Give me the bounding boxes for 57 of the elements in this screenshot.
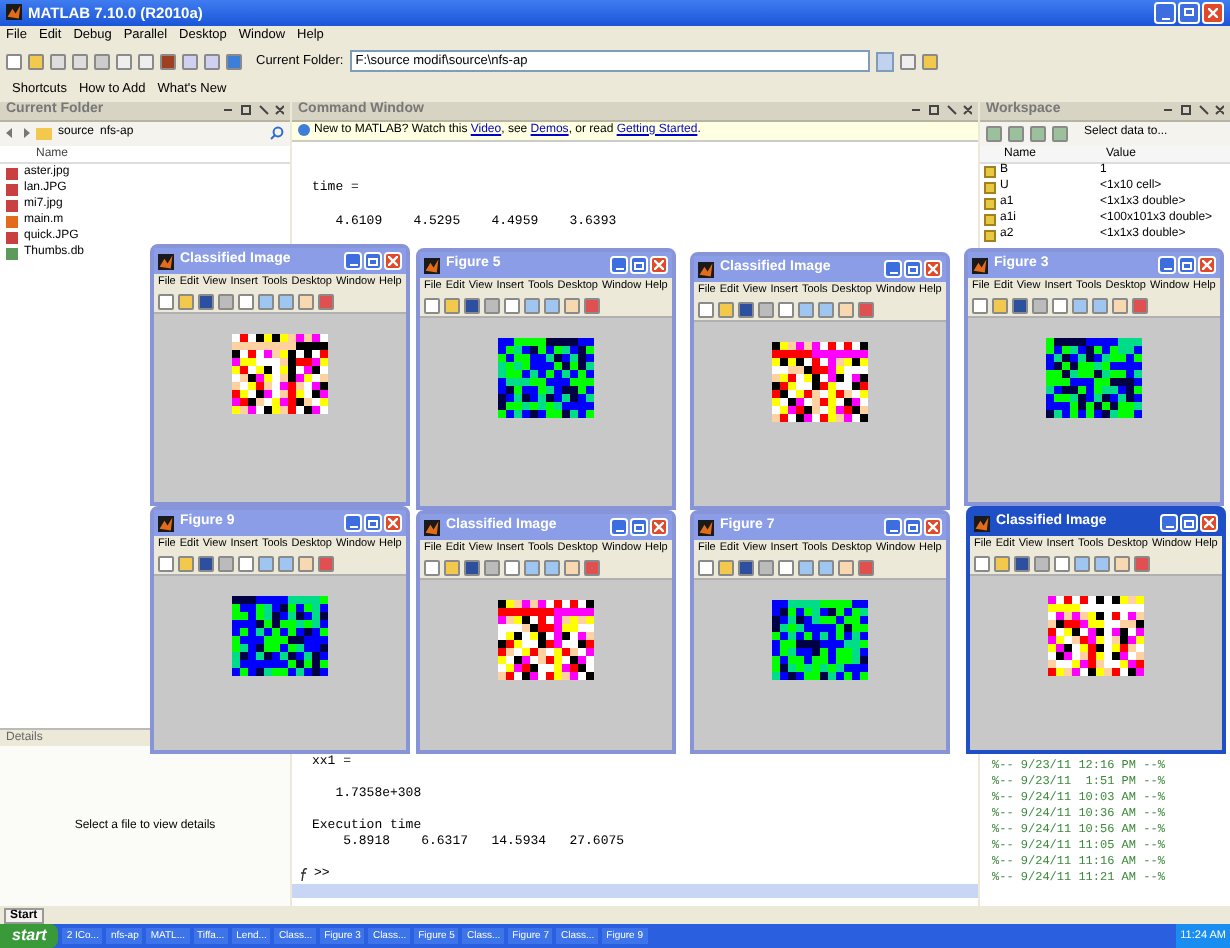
dropdown-icon[interactable] bbox=[875, 51, 894, 72]
minimize-icon[interactable] bbox=[884, 260, 902, 278]
classified-image-drawing bbox=[232, 596, 328, 676]
close-icon[interactable] bbox=[924, 518, 942, 536]
matlab-logo-icon bbox=[974, 515, 990, 531]
matlab-logo-icon bbox=[698, 261, 714, 277]
panel-controls-icon[interactable] bbox=[224, 104, 284, 117]
horizontal-scrollbar[interactable] bbox=[292, 884, 978, 899]
nav-arrows-icon[interactable] bbox=[6, 128, 30, 139]
maximize-icon[interactable] bbox=[1180, 514, 1198, 532]
close-icon[interactable] bbox=[384, 252, 402, 270]
matlab-logo-icon bbox=[424, 257, 440, 273]
minimize-icon[interactable] bbox=[1154, 1, 1176, 24]
minimize-icon[interactable] bbox=[1158, 256, 1176, 274]
image-file-icon bbox=[6, 231, 18, 244]
classified-image-drawing bbox=[772, 600, 868, 680]
maximize-icon[interactable] bbox=[904, 518, 922, 536]
search-icon[interactable] bbox=[270, 126, 284, 141]
close-icon[interactable] bbox=[1198, 256, 1216, 274]
minimize-icon[interactable] bbox=[1160, 514, 1178, 532]
classified-image-drawing bbox=[772, 342, 868, 422]
matlab-logo-icon bbox=[972, 257, 988, 273]
panel-controls-icon[interactable] bbox=[912, 104, 972, 117]
close-icon[interactable] bbox=[924, 260, 942, 278]
minimize-icon[interactable] bbox=[884, 518, 902, 536]
maximize-icon[interactable] bbox=[1178, 256, 1196, 274]
classified-image-drawing bbox=[498, 600, 594, 680]
classified-image-drawing bbox=[232, 334, 328, 414]
minimize-icon[interactable] bbox=[610, 256, 628, 274]
minimize-icon[interactable] bbox=[610, 518, 628, 536]
close-icon[interactable] bbox=[650, 256, 668, 274]
maximize-icon[interactable] bbox=[630, 518, 648, 536]
file-icon bbox=[6, 247, 18, 260]
start-menu-button[interactable]: start bbox=[0, 924, 59, 948]
fx-icon bbox=[300, 867, 308, 882]
minimize-icon[interactable] bbox=[344, 514, 362, 532]
script-file-icon bbox=[6, 215, 18, 228]
matlab-logo-icon bbox=[424, 519, 440, 535]
classified-image-drawing bbox=[1048, 596, 1144, 676]
matlab-logo-icon bbox=[158, 253, 174, 269]
close-icon[interactable] bbox=[1202, 1, 1224, 24]
maximize-icon[interactable] bbox=[630, 256, 648, 274]
matlab-logo-icon bbox=[158, 515, 174, 531]
close-icon[interactable] bbox=[1200, 514, 1218, 532]
close-icon[interactable] bbox=[384, 514, 402, 532]
maximize-icon[interactable] bbox=[364, 514, 382, 532]
maximize-icon[interactable] bbox=[364, 252, 382, 270]
maximize-icon[interactable] bbox=[1178, 1, 1200, 24]
panel-controls-icon[interactable] bbox=[1164, 104, 1224, 117]
maximize-icon[interactable] bbox=[904, 260, 922, 278]
minimize-icon[interactable] bbox=[344, 252, 362, 270]
info-icon bbox=[298, 124, 310, 137]
matlab-logo-icon bbox=[6, 4, 22, 21]
classified-image-drawing bbox=[1046, 338, 1142, 418]
classified-image-drawing bbox=[498, 338, 594, 418]
matlab-logo-icon bbox=[698, 519, 714, 535]
close-icon[interactable] bbox=[650, 518, 668, 536]
